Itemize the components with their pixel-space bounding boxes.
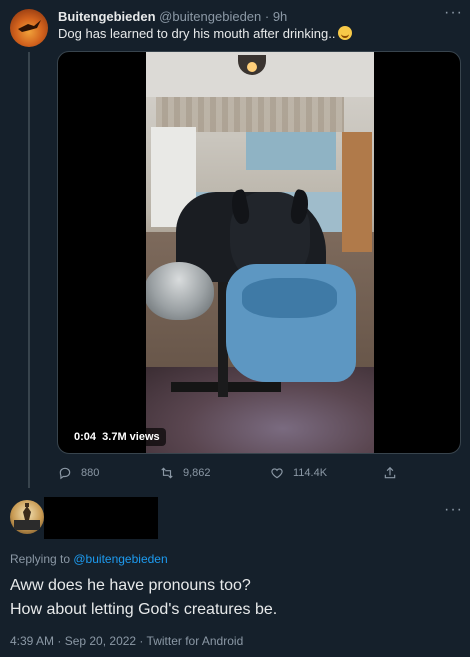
tweet-age[interactable]: · 9h xyxy=(265,9,287,24)
bowl-shape xyxy=(146,262,214,320)
author-display-name[interactable]: Buitengebieden xyxy=(58,9,156,24)
reply-count: 880 xyxy=(81,467,100,479)
video-player[interactable]: 0:04 3.7M views xyxy=(57,51,461,454)
replying-to-line: Replying to @buitengebieden xyxy=(10,552,168,566)
reply-text-line-2: How about letting God's creatures be. xyxy=(10,601,278,618)
redacted-name-block xyxy=(44,497,158,539)
more-icon[interactable]: ··· xyxy=(444,501,463,519)
reply-text-line-1: Aww does he have pronouns too? xyxy=(10,577,251,594)
reply-button[interactable]: 880 xyxy=(58,466,99,480)
reply-author-avatar[interactable] xyxy=(10,500,44,534)
retweet-icon xyxy=(161,467,173,479)
video-views: 3.7M views xyxy=(102,431,160,443)
video-elapsed: 0:04 xyxy=(74,431,97,443)
video-frame xyxy=(146,52,374,453)
author-avatar[interactable] xyxy=(10,9,48,47)
more-icon[interactable]: ··· xyxy=(444,4,463,22)
tweet-text: Dog has learned to dry his mouth after d… xyxy=(58,26,353,41)
retweet-count: 9,862 xyxy=(183,467,211,479)
smiling-face-emoji-icon xyxy=(338,26,353,40)
video-time-badge: 0:04 3.7M views xyxy=(68,428,166,446)
reply-timestamp[interactable]: 4:39 AM · Sep 20, 2022 · Twitter for And… xyxy=(10,634,243,648)
author-handle[interactable]: @buitengebieden xyxy=(159,9,261,24)
replying-to-mention[interactable]: @buitengebieden xyxy=(73,552,167,566)
bird-silhouette-icon xyxy=(18,20,41,32)
share-icon xyxy=(384,466,396,479)
thread-line xyxy=(28,52,30,488)
like-button[interactable]: 114.4K xyxy=(270,466,327,480)
like-count: 114.4K xyxy=(293,467,328,479)
reply-icon xyxy=(59,467,71,480)
author-line: Buitengebieden @buitengebieden · 9h xyxy=(58,9,287,24)
replying-to-prefix: Replying to xyxy=(10,552,74,566)
like-icon xyxy=(271,468,283,479)
share-button[interactable] xyxy=(383,466,397,480)
chess-king-avatar-icon xyxy=(14,503,40,530)
tweet-text-content: Dog has learned to dry his mouth after d… xyxy=(58,26,336,41)
retweet-button[interactable]: 9,862 xyxy=(160,466,211,480)
